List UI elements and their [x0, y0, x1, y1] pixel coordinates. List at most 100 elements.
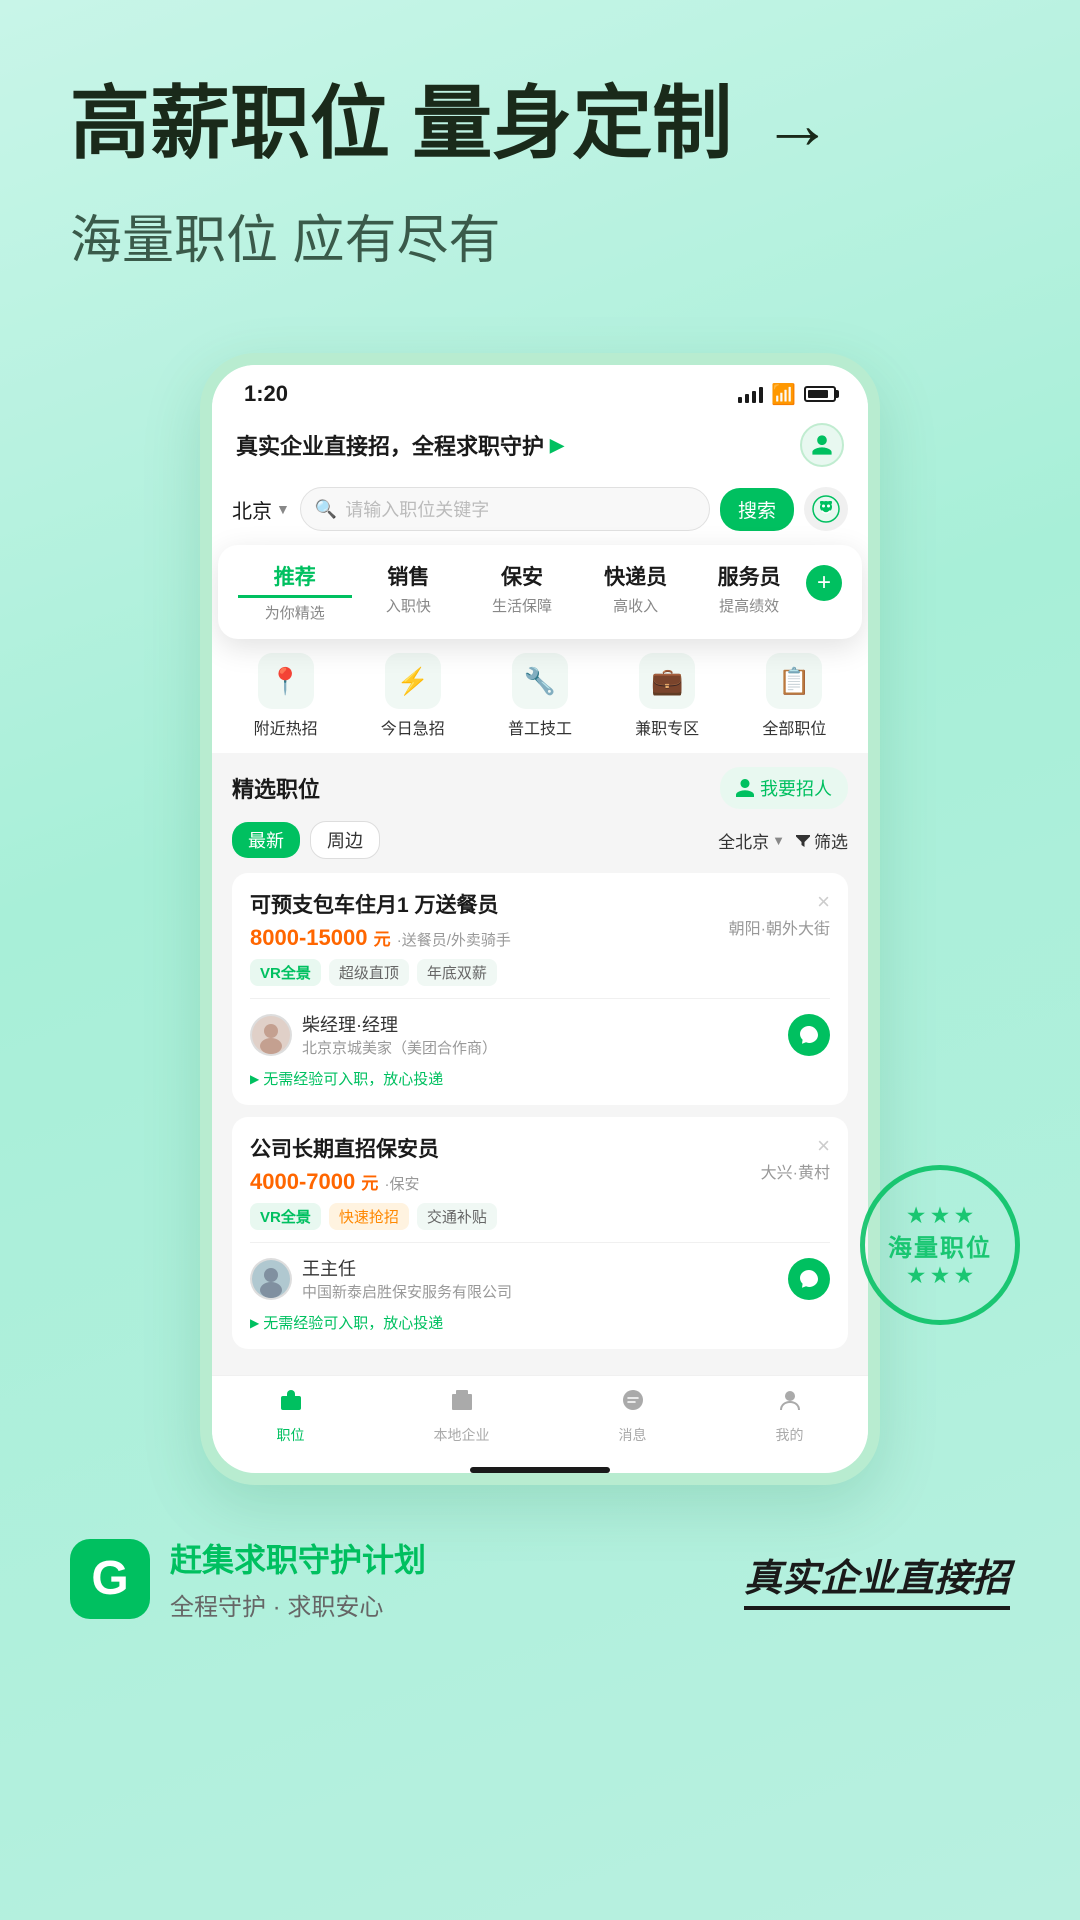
tab-recommended[interactable]: 推荐 为你精选	[238, 561, 352, 623]
job-1-recruiter-avatar	[250, 1014, 292, 1056]
job-2-no-exp: 无需经验可入职，放心投递	[250, 1312, 830, 1333]
nearby-icon: 📍	[258, 653, 314, 709]
job-2-recruiter-avatar	[250, 1258, 292, 1300]
job-1-recruiter-name: 柴经理·经理	[302, 1011, 778, 1037]
urgent-label: 今日急招	[381, 715, 445, 739]
job-1-company: 北京京城美家（美团合作商）	[302, 1037, 778, 1058]
job-1-salary: 8000-15000 元 ·送餐员/外卖骑手	[250, 925, 511, 951]
job-1-chat-button[interactable]	[788, 1014, 830, 1056]
parttime-icon: 💼	[639, 653, 695, 709]
header-avatar[interactable]	[800, 423, 844, 467]
tab-waiter[interactable]: 服务员 提高绩效	[692, 561, 806, 616]
job-2-tags: VR全景 快速抢招 交通补贴	[250, 1203, 830, 1230]
grid-item-parttime[interactable]: 💼 兼职专区	[635, 653, 699, 739]
job-1-tag-vr: VR全景	[250, 959, 321, 986]
nav-jobs-label: 职位	[277, 1425, 305, 1445]
nav-item-messages[interactable]: 消息	[619, 1386, 647, 1445]
stamp-star-2: ★	[931, 1203, 949, 1228]
grid-item-urgent[interactable]: ⚡ 今日急招	[381, 653, 445, 739]
job-1-recruiter-info: 柴经理·经理 北京京城美家（美团合作商）	[302, 1011, 778, 1058]
add-tab-button[interactable]: +	[806, 565, 842, 601]
job-2-salary: 4000-7000 元 ·保安	[250, 1169, 439, 1195]
location-filter[interactable]: 全北京 ▼	[718, 828, 785, 853]
filter-button[interactable]: 筛选	[795, 828, 848, 853]
stamp: ★ ★ ★ 海量职位 ★ ★ ★	[860, 1165, 1020, 1325]
footer-right: 真实企业直接招	[744, 1547, 1010, 1610]
tab-courier-sub: 高收入	[579, 595, 693, 616]
wifi-icon: 📶	[771, 382, 796, 407]
tab-recommended-label: 推荐	[238, 561, 352, 598]
tab-sales[interactable]: 销售 入职快	[352, 561, 466, 616]
main-title-text: 高薪职位 量身定制	[70, 80, 732, 168]
hire-button[interactable]: 我要招人	[720, 767, 848, 809]
filter-row: 最新 周边 全北京 ▼ 筛选	[232, 821, 848, 859]
nav-company-label: 本地企业	[434, 1425, 490, 1445]
tab-courier[interactable]: 快递员 高收入	[579, 561, 693, 616]
worker-label: 普工技工	[508, 715, 572, 739]
jobs-title: 精选职位	[232, 772, 320, 804]
job-2-tag-fast: 快速抢招	[329, 1203, 409, 1230]
location-chevron-icon: ▼	[276, 501, 290, 517]
search-input-box[interactable]: 🔍 请输入职位关键字	[300, 487, 710, 531]
bottom-nav: 职位 本地企业 消息 我的	[212, 1375, 868, 1461]
phone-mockup: 1:20 📶 真实企业直接招，全程求职守护 ▶	[200, 353, 880, 1485]
footer-slogan: 真实企业直接招	[744, 1547, 1010, 1610]
job-1-location: 朝阳·朝外大街	[729, 915, 830, 939]
tab-security[interactable]: 保安 生活保障	[465, 561, 579, 616]
tab-sales-sub: 入职快	[352, 595, 466, 616]
home-indicator	[470, 1467, 610, 1473]
stamp-circle: ★ ★ ★ 海量职位 ★ ★ ★	[860, 1165, 1020, 1325]
job-2-title: 公司长期直招保安员	[250, 1133, 439, 1163]
nav-item-jobs[interactable]: 职位	[277, 1386, 305, 1445]
tab-courier-label: 快递员	[579, 561, 693, 591]
job-1-no-exp: 无需经验可入职，放心投递	[250, 1068, 830, 1089]
mascot-button[interactable]	[804, 487, 848, 531]
location-button[interactable]: 北京 ▼	[232, 495, 290, 524]
footer-section: G 赶集求职守护计划 全程守护 · 求职安心 真实企业直接招	[0, 1485, 1080, 1682]
job-2-company: 中国新泰启胜保安服务有限公司	[302, 1281, 778, 1302]
footer-sub: 全程守护 · 求职安心	[170, 1587, 426, 1622]
stamp-text: 海量职位	[888, 1228, 992, 1263]
status-bar: 1:20 📶	[212, 365, 868, 415]
footer-brand: 赶集求职守护计划	[170, 1535, 426, 1581]
search-bar: 北京 ▼ 🔍 请输入职位关键字 搜索	[212, 479, 868, 545]
job-1-tag-top: 超级直顶	[329, 959, 409, 986]
search-button[interactable]: 搜索	[720, 488, 794, 531]
nav-jobs-icon	[277, 1386, 305, 1421]
job-1-close-icon[interactable]: ×	[817, 889, 830, 914]
search-icon: 🔍	[315, 499, 337, 520]
nav-profile-label: 我的	[776, 1425, 804, 1445]
job-2-close-icon[interactable]: ×	[817, 1133, 830, 1158]
footer-text: 赶集求职守护计划 全程守护 · 求职安心	[170, 1535, 426, 1622]
grid-item-nearby[interactable]: 📍 附近热招	[254, 653, 318, 739]
app-header-text[interactable]: 真实企业直接招，全程求职守护 ▶	[236, 429, 564, 461]
job-2-recruiter: 王主任 中国新泰启胜保安服务有限公司	[250, 1255, 830, 1302]
grid-item-alljobs[interactable]: 📋 全部职位	[762, 653, 826, 739]
main-title-row: 高薪职位 量身定制 →	[70, 80, 1010, 168]
job-card-1[interactable]: 可预支包车住月1 万送餐员 8000-15000 元 ·送餐员/外卖骑手 × 朝…	[232, 873, 848, 1105]
nav-item-profile[interactable]: 我的	[776, 1386, 804, 1445]
filter-tag-newest[interactable]: 最新	[232, 822, 300, 858]
job-card-2[interactable]: 公司长期直招保安员 4000-7000 元 ·保安 × 大兴·黄村 VR全景	[232, 1117, 848, 1349]
signal-icon	[738, 385, 763, 403]
nav-profile-icon	[776, 1386, 804, 1421]
header-arrow-icon[interactable]: →	[762, 86, 832, 163]
header-section: 高薪职位 量身定制 → 海量职位 应有尽有	[0, 0, 1080, 313]
tab-security-sub: 生活保障	[465, 595, 579, 616]
tab-sales-label: 销售	[352, 561, 466, 591]
nav-company-icon	[448, 1386, 476, 1421]
nav-item-company[interactable]: 本地企业	[434, 1386, 490, 1445]
stamp-star-5: ★	[931, 1263, 949, 1288]
job-card-1-header: 可预支包车住月1 万送餐员 8000-15000 元 ·送餐员/外卖骑手 × 朝…	[250, 889, 830, 951]
job-2-recruiter-info: 王主任 中国新泰启胜保安服务有限公司	[302, 1255, 778, 1302]
grid-item-worker[interactable]: 🔧 普工技工	[508, 653, 572, 739]
footer-left: G 赶集求职守护计划 全程守护 · 求职安心	[70, 1535, 426, 1622]
nearby-label: 附近热招	[254, 715, 318, 739]
stamp-star-6: ★	[955, 1263, 973, 1288]
job-2-chat-button[interactable]	[788, 1258, 830, 1300]
filter-tag-nearby[interactable]: 周边	[310, 821, 380, 859]
jobs-section: 精选职位 我要招人 最新 周边 全北京 ▼ 筛选	[212, 753, 868, 1375]
job-2-tag-vr: VR全景	[250, 1203, 321, 1230]
app-header: 真实企业直接招，全程求职守护 ▶	[212, 415, 868, 479]
category-tabs: 推荐 为你精选 销售 入职快 保安 生活保障 快递员 高收入 服务员 提高绩	[218, 545, 862, 639]
